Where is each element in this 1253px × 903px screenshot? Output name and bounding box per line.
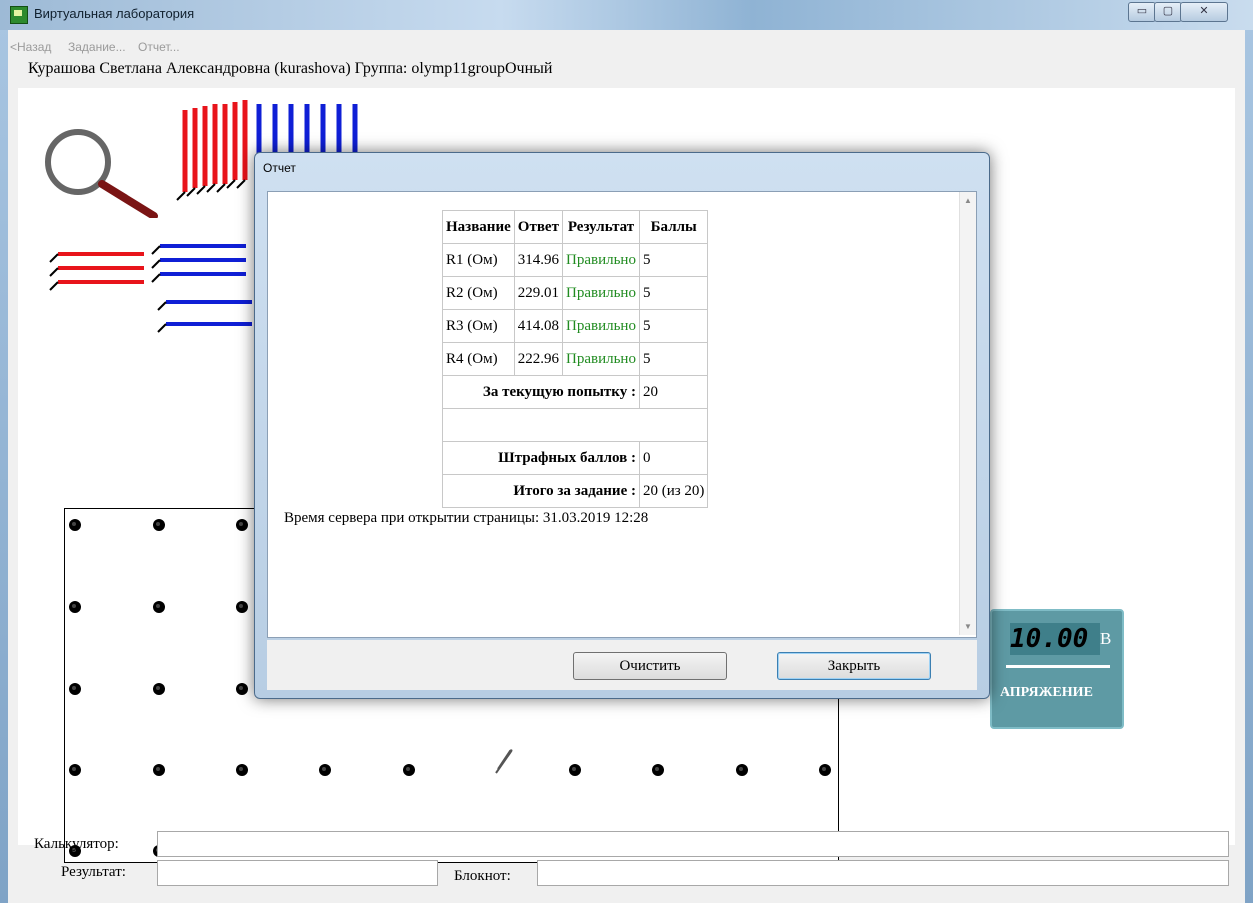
row-result: Правильно xyxy=(562,342,640,376)
row-score: 5 xyxy=(638,309,709,343)
result-input[interactable] xyxy=(157,860,438,886)
close-window-button[interactable]: ✕ xyxy=(1180,2,1228,22)
total-value: 20 (из 20) xyxy=(638,474,709,508)
pin[interactable] xyxy=(69,519,81,531)
penalty-row: Штрафных баллов : 0 xyxy=(442,441,709,475)
pin[interactable] xyxy=(69,601,81,613)
total-row: Итого за задание : 20 (из 20) xyxy=(442,474,709,508)
table-row: R3 (Ом) 414.08 Правильно 5 xyxy=(442,309,709,343)
meter-unit: В xyxy=(1100,629,1112,648)
meter-slider[interactable] xyxy=(1006,665,1110,668)
meter-label: АПРЯЖЕНИЕ xyxy=(1000,685,1093,700)
pin[interactable] xyxy=(652,764,664,776)
menu-report[interactable]: Отчет... xyxy=(138,40,180,54)
current-attempt-row: За текущую попытку : 20 xyxy=(442,375,709,409)
col-name-header: Название xyxy=(442,210,515,244)
minimize-button[interactable]: ▭ xyxy=(1128,2,1156,22)
scroll-up-icon[interactable]: ▲ xyxy=(964,196,972,205)
scroll-down-icon[interactable]: ▼ xyxy=(964,622,972,631)
report-table: Название Ответ Результат Баллы R1 (Ом) 3… xyxy=(441,210,709,508)
pin[interactable] xyxy=(153,601,165,613)
table-row: R1 (Ом) 314.96 Правильно 5 xyxy=(442,243,709,277)
row-answer: 314.96 xyxy=(513,243,564,277)
spacer-row xyxy=(441,408,709,442)
pin[interactable] xyxy=(569,764,581,776)
dialog-footer: Очистить Закрыть xyxy=(267,640,977,690)
pin[interactable] xyxy=(236,683,248,695)
menu-bar: <Назад Задание... Отчет... xyxy=(8,30,1245,54)
scrollbar[interactable]: ▲ ▼ xyxy=(959,192,976,635)
report-dialog: Отчет Название Ответ Результат Баллы R1 … xyxy=(254,152,990,699)
pin[interactable] xyxy=(819,764,831,776)
table-row: R4 (Ом) 222.96 Правильно 5 xyxy=(442,342,709,376)
row-result: Правильно xyxy=(562,276,640,310)
penalty-label: Штрафных баллов : xyxy=(442,441,640,475)
pin[interactable] xyxy=(236,764,248,776)
user-info: Курашова Светлана Александровна (kurasho… xyxy=(28,60,553,77)
pin[interactable] xyxy=(236,601,248,613)
row-score: 5 xyxy=(638,276,709,310)
row-name: R3 (Ом) xyxy=(442,309,515,343)
server-time: Время сервера при открытии страницы: 31.… xyxy=(284,510,649,526)
paperclip-icon[interactable] xyxy=(490,747,518,777)
row-answer: 414.08 xyxy=(513,309,564,343)
pin[interactable] xyxy=(236,519,248,531)
col-score-header: Баллы xyxy=(638,210,709,244)
table-row: R2 (Ом) 229.01 Правильно 5 xyxy=(442,276,709,310)
magnifier-icon[interactable] xyxy=(40,128,170,218)
meter-display: 10.00 xyxy=(1010,623,1100,655)
dialog-title: Отчет xyxy=(263,161,296,175)
row-score: 5 xyxy=(638,243,709,277)
row-name: R4 (Ом) xyxy=(442,342,515,376)
row-name: R2 (Ом) xyxy=(442,276,515,310)
row-answer: 229.01 xyxy=(513,276,564,310)
col-result-header: Результат xyxy=(562,210,640,244)
voltage-meter[interactable]: 10.00 В АПРЯЖЕНИЕ xyxy=(990,609,1124,729)
horizontal-resistors[interactable] xyxy=(46,238,266,343)
row-result: Правильно xyxy=(562,309,640,343)
report-content: Название Ответ Результат Баллы R1 (Ом) 3… xyxy=(267,191,977,638)
calculator-label: Калькулятор: xyxy=(34,836,119,852)
row-result: Правильно xyxy=(562,243,640,277)
col-answer-header: Ответ xyxy=(513,210,564,244)
maximize-button[interactable]: ▢ xyxy=(1154,2,1182,22)
window-title: Виртуальная лаборатория xyxy=(34,6,195,21)
title-bar: Виртуальная лаборатория ▭ ▢ ✕ xyxy=(0,0,1253,30)
pin[interactable] xyxy=(153,683,165,695)
row-score: 5 xyxy=(638,342,709,376)
row-answer: 222.96 xyxy=(513,342,564,376)
current-attempt-label: За текущую попытку : xyxy=(442,375,640,409)
notepad-input[interactable] xyxy=(537,860,1229,886)
row-name: R1 (Ом) xyxy=(442,243,515,277)
clear-button[interactable]: Очистить xyxy=(573,652,727,680)
app-icon xyxy=(10,6,28,24)
pin[interactable] xyxy=(153,764,165,776)
total-label: Итого за задание : xyxy=(442,474,640,508)
pin[interactable] xyxy=(69,683,81,695)
notepad-label: Блокнот: xyxy=(454,868,511,884)
current-attempt-value: 20 xyxy=(638,375,709,409)
calculator-input[interactable] xyxy=(157,831,1229,857)
close-dialog-button[interactable]: Закрыть xyxy=(777,652,931,680)
penalty-value: 0 xyxy=(638,441,709,475)
table-header-row: Название Ответ Результат Баллы xyxy=(442,210,709,244)
pin[interactable] xyxy=(69,764,81,776)
pin[interactable] xyxy=(319,764,331,776)
pin[interactable] xyxy=(153,519,165,531)
pin[interactable] xyxy=(736,764,748,776)
pin[interactable] xyxy=(403,764,415,776)
menu-back[interactable]: <Назад xyxy=(10,40,51,54)
empty-cell xyxy=(441,408,709,442)
result-label: Результат: xyxy=(61,864,126,880)
menu-task[interactable]: Задание... xyxy=(68,40,126,54)
